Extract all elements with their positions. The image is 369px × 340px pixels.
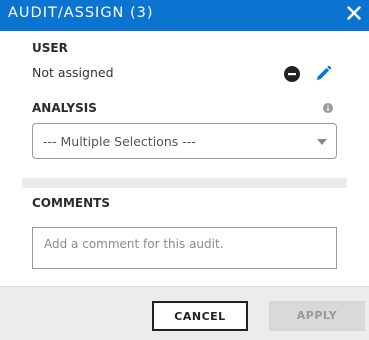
pencil-icon[interactable]	[315, 65, 332, 82]
dialog-title: AUDIT/ASSIGN (3)	[8, 5, 154, 21]
analysis-select-value: --- Multiple Selections ---	[43, 134, 196, 149]
analysis-label: ANALYSIS	[32, 101, 97, 115]
remove-circle-icon[interactable]	[284, 66, 300, 82]
close-icon[interactable]	[347, 6, 361, 20]
cancel-button[interactable]: CANCEL	[152, 301, 248, 331]
user-value: Not assigned	[32, 65, 114, 80]
comments-label: COMMENTS	[32, 196, 110, 210]
analysis-select[interactable]: --- Multiple Selections ---	[32, 123, 337, 159]
dialog-footer: CANCEL APPLY	[0, 286, 369, 340]
user-label: USER	[32, 41, 68, 55]
comment-input[interactable]	[32, 227, 337, 269]
chevron-down-icon	[317, 139, 327, 145]
apply-button[interactable]: APPLY	[269, 301, 365, 331]
dialog-header: AUDIT/ASSIGN (3)	[0, 0, 369, 31]
info-icon[interactable]	[323, 103, 333, 113]
section-divider	[22, 178, 347, 188]
